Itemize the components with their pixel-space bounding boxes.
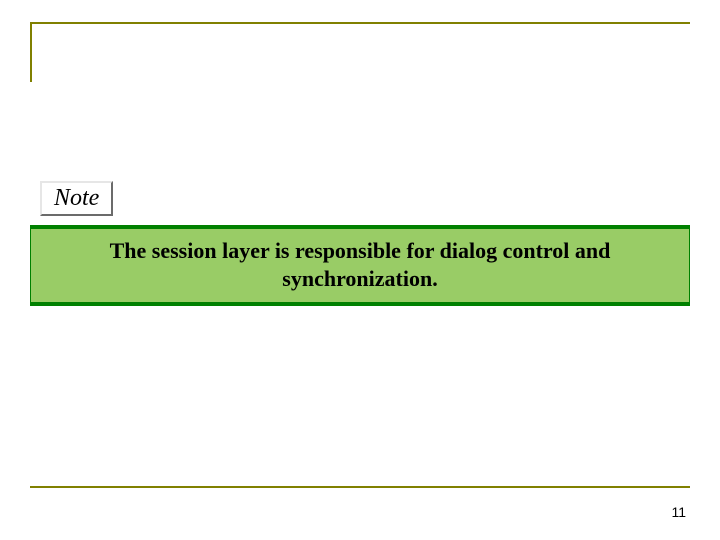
callout-box: The session layer is responsible for dia… xyxy=(30,225,690,306)
note-badge: Note xyxy=(40,181,113,216)
top-border-rule xyxy=(30,22,690,24)
callout-text: The session layer is responsible for dia… xyxy=(81,237,639,292)
bottom-border-rule xyxy=(30,486,690,488)
page-number: 11 xyxy=(671,504,686,520)
slide: Note The session layer is responsible fo… xyxy=(0,0,720,540)
left-border-rule xyxy=(30,22,32,82)
note-label: Note xyxy=(54,185,99,211)
